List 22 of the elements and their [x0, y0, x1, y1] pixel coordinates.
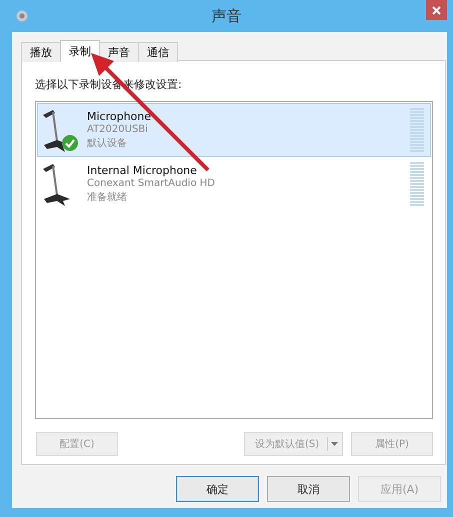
device-description: Conexant SmartAudio HD	[87, 178, 216, 189]
device-description: AT2020USBi	[87, 124, 149, 135]
dialog-button[interactable]: 取消	[267, 476, 350, 502]
tab[interactable]: 录制	[60, 40, 100, 62]
level-meter	[410, 108, 424, 152]
device-status: 准备就绪	[87, 190, 128, 204]
close-icon	[432, 6, 441, 14]
speaker-icon	[16, 10, 28, 22]
window-title: 声音	[212, 7, 242, 26]
tab[interactable]: 通信	[138, 42, 178, 62]
caret-icon	[331, 442, 338, 446]
tab[interactable]: 播放	[21, 42, 61, 62]
device-row[interactable]: Internal Microphone Conexant SmartAudio HD 准备就绪	[37, 157, 431, 211]
device-status: 默认设备	[87, 137, 128, 150]
close-button[interactable]	[426, 0, 447, 20]
device-name: Microphone	[87, 110, 152, 123]
level-meter	[410, 162, 424, 206]
device-row[interactable]: Microphone AT2020USBi 默认设备	[37, 103, 431, 157]
dialog-button[interactable]: 确定	[176, 476, 259, 502]
microphone-icon	[41, 161, 71, 207]
device-name: Internal Microphone	[87, 164, 198, 177]
tab[interactable]: 声音	[99, 42, 139, 62]
